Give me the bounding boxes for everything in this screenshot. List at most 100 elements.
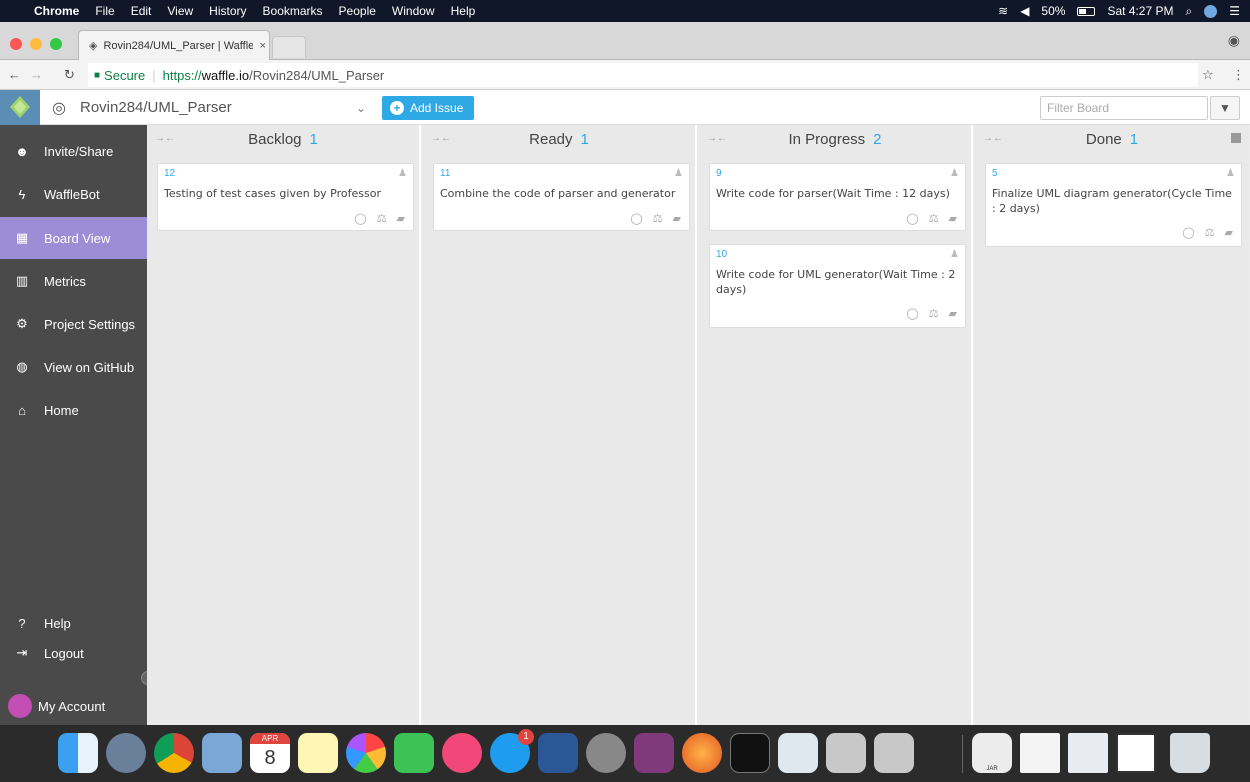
- github-icon[interactable]: ◯: [906, 307, 918, 320]
- notes-icon[interactable]: [298, 733, 338, 773]
- issue-card[interactable]: 5 ♟ Finalize UML diagram generator(Cycle…: [985, 163, 1242, 247]
- estimate-scale-icon[interactable]: ⚖: [929, 307, 939, 320]
- archive-icon[interactable]: [1231, 133, 1241, 143]
- system-preferences-icon[interactable]: [586, 733, 626, 773]
- back-icon[interactable]: ←: [8, 67, 21, 82]
- omnibox[interactable]: ■ Secure | https://waffle.io/Rovin284/UM…: [88, 63, 1198, 87]
- assignee-icon[interactable]: ♟: [950, 249, 959, 260]
- menu-window[interactable]: Window: [384, 4, 443, 18]
- bookmark-star-icon[interactable]: ☆: [1202, 67, 1214, 83]
- new-tab-button[interactable]: [272, 36, 306, 58]
- menu-bookmarks[interactable]: Bookmarks: [255, 4, 331, 18]
- sidebar-item-invite-share[interactable]: ☻ Invite/Share: [0, 130, 147, 172]
- sidebar-item-my-account[interactable]: My Account: [0, 685, 147, 727]
- sidebar-item-wafflebot[interactable]: ϟ WaffleBot: [0, 173, 147, 215]
- app-store-icon[interactable]: 1: [490, 729, 534, 773]
- itunes-icon[interactable]: [442, 733, 482, 773]
- launchpad-icon[interactable]: [106, 733, 146, 773]
- calendar-icon[interactable]: APR 8: [250, 733, 290, 773]
- notification-center-icon[interactable]: ☰: [1229, 4, 1240, 18]
- browser-tab[interactable]: ◈ Rovin284/UML_Parser | Waffle ×: [78, 30, 270, 60]
- window-thumbnail-2[interactable]: [1116, 733, 1156, 773]
- issue-card[interactable]: 12 ♟ Testing of test cases given by Prof…: [157, 163, 414, 231]
- github-icon[interactable]: ◯: [1182, 226, 1194, 239]
- word-icon[interactable]: [538, 733, 578, 773]
- zoom-window-button[interactable]: [50, 38, 62, 50]
- firefox-icon[interactable]: [682, 733, 722, 773]
- bluej-icon[interactable]: [778, 733, 818, 773]
- jar-file-icon[interactable]: JAR: [972, 733, 1012, 773]
- finder-icon[interactable]: [58, 733, 98, 773]
- waffle-logo[interactable]: [0, 90, 40, 125]
- assignee-icon[interactable]: ♟: [674, 168, 683, 179]
- reload-icon[interactable]: ↻: [64, 67, 75, 83]
- preview-icon[interactable]: [202, 733, 242, 773]
- sidebar-item-logout[interactable]: ⇥ Logout: [0, 638, 147, 668]
- assignee-icon[interactable]: ♟: [398, 168, 407, 179]
- sidebar-item-help[interactable]: ? Help: [0, 608, 147, 638]
- issue-number[interactable]: 10: [716, 249, 727, 260]
- menu-view[interactable]: View: [159, 4, 201, 18]
- menu-people[interactable]: People: [331, 4, 384, 18]
- spotlight-search-icon[interactable]: ⌕: [1186, 4, 1193, 19]
- battery-percent[interactable]: 50%: [1041, 4, 1065, 18]
- estimate-scale-icon[interactable]: ⚖: [653, 212, 663, 225]
- chrome-profile-icon[interactable]: ◉: [1228, 32, 1240, 49]
- issue-number[interactable]: 5: [992, 168, 998, 179]
- bluej-project-2-icon[interactable]: [874, 733, 914, 773]
- photos-icon[interactable]: [346, 733, 386, 773]
- estimate-scale-icon[interactable]: ⚖: [929, 212, 939, 225]
- issue-card[interactable]: 10 ♟ Write code for UML generator(Wait T…: [709, 244, 966, 328]
- clock[interactable]: Sat 4:27 PM: [1107, 4, 1173, 18]
- assignee-icon[interactable]: ♟: [950, 168, 959, 179]
- assignee-icon[interactable]: ♟: [1226, 168, 1235, 179]
- trash-icon[interactable]: [1170, 733, 1210, 773]
- issue-card[interactable]: 9 ♟ Write code for parser(Wait Time : 12…: [709, 163, 966, 231]
- chrome-menu-icon[interactable]: ⋮: [1232, 67, 1245, 83]
- comments-icon[interactable]: ▰: [1225, 226, 1233, 239]
- estimate-scale-icon[interactable]: ⚖: [1205, 226, 1215, 239]
- close-window-button[interactable]: [10, 38, 22, 50]
- volume-icon[interactable]: ◀: [1020, 4, 1029, 18]
- forward-icon[interactable]: →: [30, 67, 43, 82]
- issue-number[interactable]: 11: [440, 168, 450, 179]
- issue-number[interactable]: 9: [716, 168, 722, 179]
- column-title: Backlog: [248, 131, 302, 148]
- issue-card[interactable]: 11 ♟ Combine the code of parser and gene…: [433, 163, 690, 231]
- close-tab-icon[interactable]: ×: [259, 40, 265, 52]
- onenote-icon[interactable]: [634, 733, 674, 773]
- filter-board-input[interactable]: [1040, 96, 1208, 120]
- facetime-icon[interactable]: [394, 733, 434, 773]
- app-menu-chrome[interactable]: Chrome: [26, 4, 87, 18]
- add-issue-button[interactable]: + Add Issue: [382, 96, 474, 120]
- sidebar-item-view-on-github[interactable]: ◍ View on GitHub: [0, 346, 147, 388]
- sidebar-item-project-settings[interactable]: ⚙ Project Settings: [0, 303, 147, 345]
- siri-icon[interactable]: [1204, 4, 1218, 18]
- comments-icon[interactable]: ▰: [397, 212, 405, 225]
- comments-icon[interactable]: ▰: [949, 307, 957, 320]
- project-selector[interactable]: ◎ Rovin284/UML_Parser ⌄: [44, 90, 374, 125]
- document-thumbnail[interactable]: [1020, 733, 1060, 773]
- github-icon[interactable]: ◯: [354, 212, 366, 225]
- minimize-window-button[interactable]: [30, 38, 42, 50]
- comments-icon[interactable]: ▰: [673, 212, 681, 225]
- menu-history[interactable]: History: [201, 4, 254, 18]
- menu-edit[interactable]: Edit: [123, 4, 160, 18]
- terminal-icon[interactable]: [730, 733, 770, 773]
- filter-options-button[interactable]: ▼: [1210, 96, 1240, 120]
- issue-number[interactable]: 12: [164, 168, 175, 179]
- menu-file[interactable]: File: [87, 4, 122, 18]
- github-icon[interactable]: ◯: [906, 212, 918, 225]
- estimate-scale-icon[interactable]: ⚖: [377, 212, 387, 225]
- window-thumbnail[interactable]: [1068, 733, 1108, 773]
- sidebar-item-board-view[interactable]: ▦ Board View: [0, 217, 147, 259]
- github-icon[interactable]: ◯: [630, 212, 642, 225]
- bluej-project-icon[interactable]: [826, 733, 866, 773]
- menu-help[interactable]: Help: [443, 4, 484, 18]
- sidebar-item-home[interactable]: ⌂ Home: [0, 389, 147, 431]
- sidebar-item-metrics[interactable]: ▥ Metrics: [0, 260, 147, 302]
- wifi-icon[interactable]: ≋: [998, 4, 1008, 18]
- comments-icon[interactable]: ▰: [949, 212, 957, 225]
- chrome-icon[interactable]: [154, 733, 194, 773]
- battery-icon[interactable]: [1077, 6, 1096, 16]
